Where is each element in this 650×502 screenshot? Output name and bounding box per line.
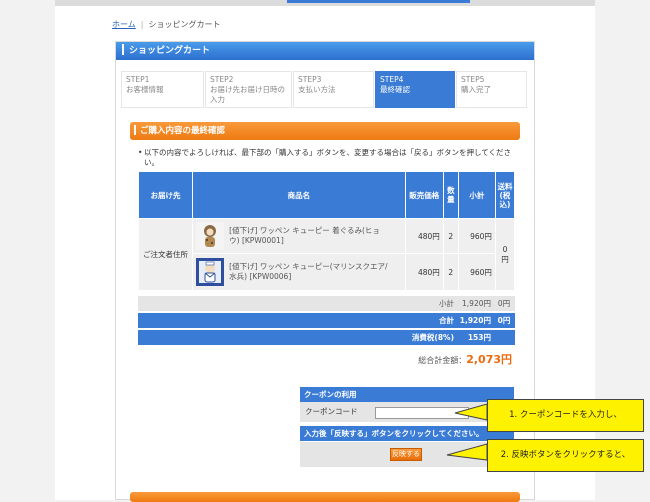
callout-1: 1. クーポンコードを入力し、	[487, 399, 644, 432]
callout-1-pointer	[454, 403, 488, 421]
callout-2-pointer	[446, 443, 488, 461]
next-section-header	[130, 492, 520, 502]
callout-2: 2. 反映ボタンをクリックすると、	[487, 439, 644, 472]
